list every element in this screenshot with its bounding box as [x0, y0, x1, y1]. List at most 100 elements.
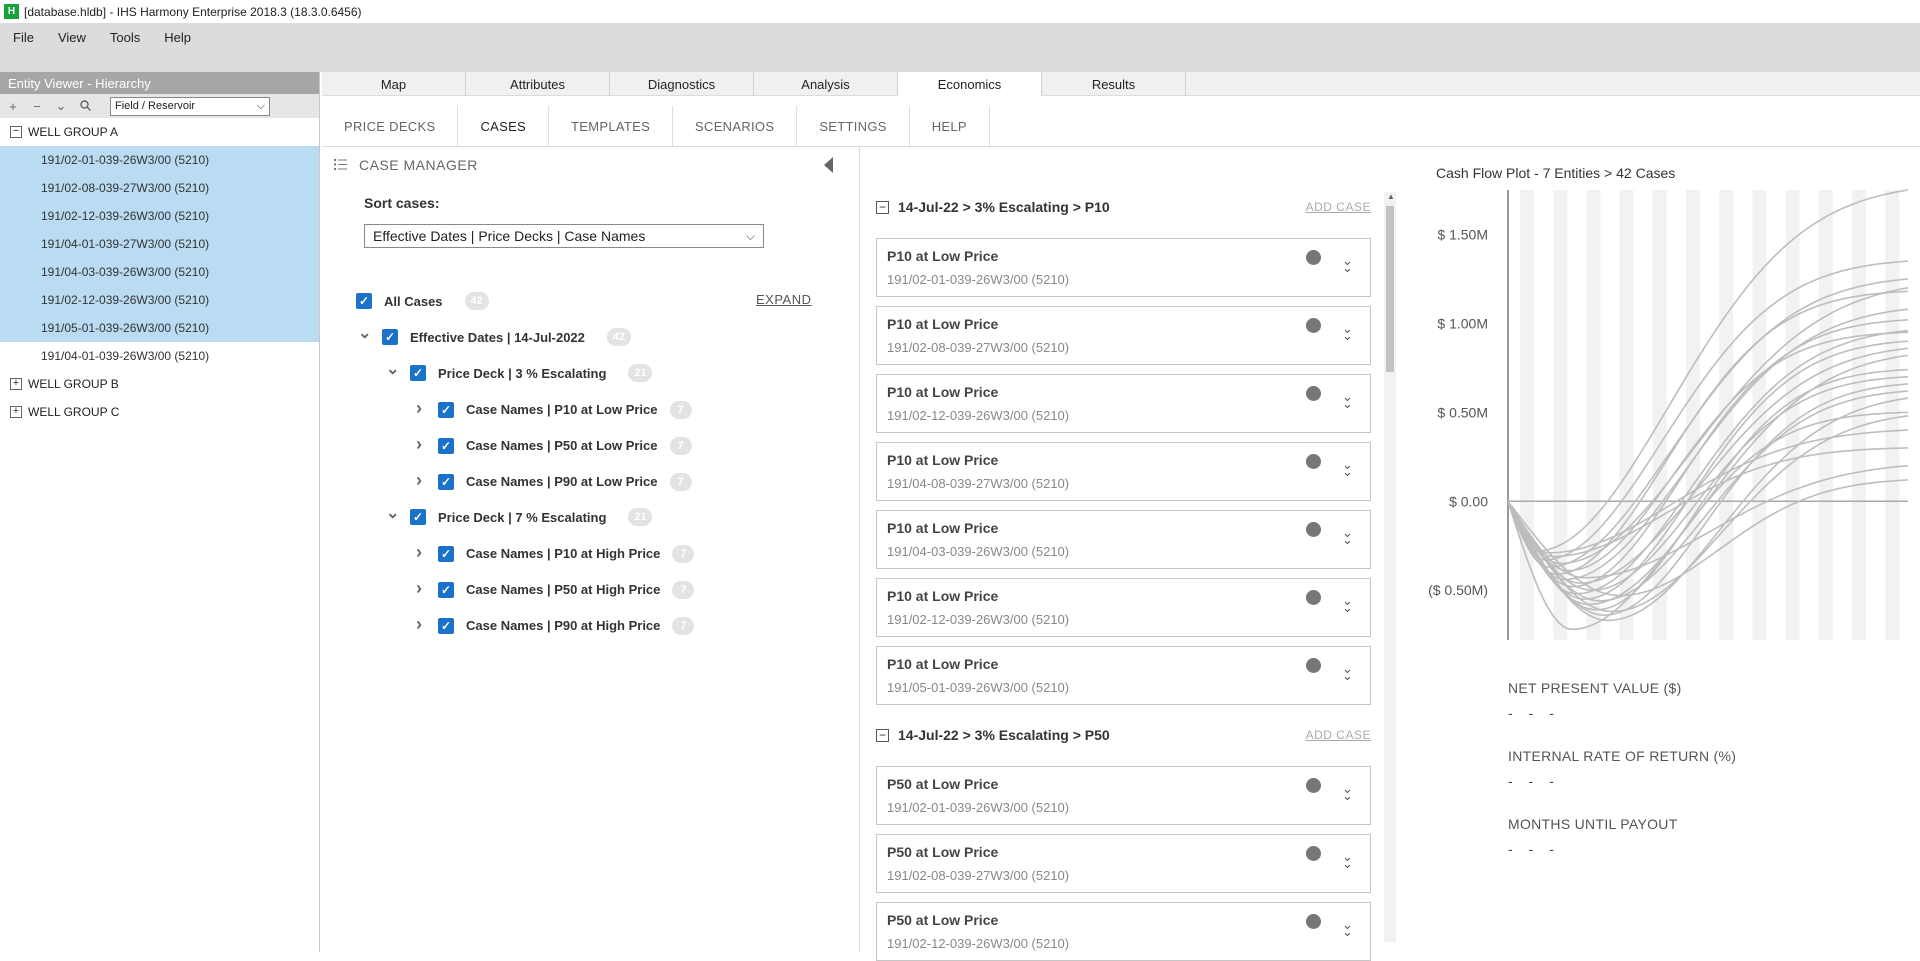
- menu-file[interactable]: File: [0, 28, 46, 47]
- case-names-row[interactable]: › ✓ Case Names | P90 at Low Price 7: [414, 470, 692, 491]
- checkbox[interactable]: ✓: [438, 617, 454, 634]
- checkbox[interactable]: ✓: [438, 581, 454, 598]
- expand-double-chevron-icon[interactable]: ⌄ ⌄: [1342, 662, 1353, 682]
- chevron-down-icon[interactable]: ⌄: [358, 323, 371, 343]
- expand-double-chevron-icon[interactable]: ⌄ ⌄: [1342, 254, 1353, 274]
- hierarchy-filter-select[interactable]: Field / Reservoir ⌵: [110, 96, 270, 116]
- chevron-right-icon[interactable]: ›: [414, 542, 424, 563]
- tab-map[interactable]: Map: [322, 72, 466, 96]
- expand-icon[interactable]: +: [10, 378, 22, 390]
- subtab-help[interactable]: HELP: [910, 106, 990, 146]
- expand-double-chevron-icon[interactable]: ⌄ ⌄: [1342, 850, 1353, 870]
- subtab-templates[interactable]: TEMPLATES: [549, 106, 674, 146]
- tree-item[interactable]: 191/05-01-039-26W3/00 (5210): [0, 314, 319, 342]
- case-card[interactable]: P50 at Low Price 191/02-08-039-27W3/00 (5…: [876, 834, 1371, 893]
- tab-analysis[interactable]: Analysis: [754, 72, 898, 96]
- case-card[interactable]: P10 at Low Price 191/02-08-039-27W3/00 (5…: [876, 306, 1371, 365]
- tree-item[interactable]: 191/02-12-039-26W3/00 (5210): [0, 202, 319, 230]
- menu-help[interactable]: Help: [152, 28, 203, 47]
- case-card[interactable]: P10 at Low Price 191/02-12-039-26W3/00 (5…: [876, 578, 1371, 637]
- checkbox[interactable]: ✓: [438, 545, 454, 562]
- menu-view[interactable]: View: [46, 28, 98, 47]
- chevron-right-icon[interactable]: ›: [414, 470, 424, 491]
- tab-results[interactable]: Results: [1042, 72, 1186, 96]
- status-dot-icon[interactable]: [1306, 386, 1321, 401]
- expand-link[interactable]: EXPAND: [756, 292, 812, 307]
- tab-attributes[interactable]: Attributes: [466, 72, 610, 96]
- case-names-row[interactable]: › ✓ Case Names | P10 at Low Price 7: [414, 398, 692, 419]
- case-card[interactable]: P10 at Low Price 191/02-12-039-26W3/00 (5…: [876, 374, 1371, 433]
- price-deck-row[interactable]: ⌄ ✓ Price Deck | 3 % Escalating 21: [386, 361, 653, 382]
- status-dot-icon[interactable]: [1306, 454, 1321, 469]
- effective-dates-row[interactable]: ⌄ ✓ Effective Dates | 14-Jul-2022 42: [358, 325, 631, 346]
- status-dot-icon[interactable]: [1306, 846, 1321, 861]
- collapse-icon[interactable]: −: [10, 126, 22, 138]
- scroll-thumb[interactable]: [1386, 206, 1394, 372]
- checkbox[interactable]: ✓: [410, 365, 426, 381]
- add-case-link[interactable]: ADD CASE: [1306, 200, 1371, 214]
- tree-group[interactable]: + WELL GROUP B: [0, 370, 319, 398]
- tree-group[interactable]: + WELL GROUP C: [0, 398, 319, 426]
- case-names-row[interactable]: › ✓ Case Names | P10 at High Price 7: [414, 542, 695, 563]
- checkbox[interactable]: ✓: [438, 401, 454, 418]
- expand-double-chevron-icon[interactable]: ⌄ ⌄: [1342, 322, 1353, 342]
- status-dot-icon[interactable]: [1306, 590, 1321, 605]
- status-dot-icon[interactable]: [1306, 318, 1321, 333]
- checkbox[interactable]: ✓: [410, 509, 426, 525]
- status-dot-icon[interactable]: [1306, 250, 1321, 265]
- collapse-all-icon[interactable]: ⌄: [54, 98, 68, 114]
- collapse-icon[interactable]: −: [876, 200, 889, 214]
- tree-item[interactable]: 191/04-01-039-27W3/00 (5210): [0, 230, 319, 258]
- chevron-right-icon[interactable]: ›: [414, 434, 424, 455]
- case-card[interactable]: P10 at Low Price 191/05-01-039-26W3/00 (5…: [876, 646, 1371, 705]
- case-list-scrollbar[interactable]: ▲: [1384, 192, 1396, 942]
- case-names-row[interactable]: › ✓ Case Names | P90 at High Price 7: [414, 614, 695, 635]
- price-deck-row[interactable]: ⌄ ✓ Price Deck | 7 % Escalating 21: [386, 505, 653, 526]
- tree-item[interactable]: 191/02-08-039-27W3/00 (5210): [0, 174, 319, 202]
- checkbox[interactable]: ✓: [356, 293, 372, 309]
- tree-item[interactable]: 191/04-01-039-26W3/00 (5210): [0, 342, 319, 370]
- case-group-header[interactable]: −14-Jul-22 > 3% Escalating > P50 ADD CASE: [876, 722, 1371, 748]
- tree-item[interactable]: 191/04-03-039-26W3/00 (5210): [0, 258, 319, 286]
- subtab-scenarios[interactable]: SCENARIOS: [673, 106, 798, 146]
- menu-tools[interactable]: Tools: [98, 28, 152, 47]
- chevron-down-icon[interactable]: ⌄: [386, 359, 399, 379]
- case-card[interactable]: P50 at Low Price 191/02-01-039-26W3/00 (5…: [876, 766, 1371, 825]
- case-names-row[interactable]: › ✓ Case Names | P50 at High Price 7: [414, 578, 695, 599]
- status-dot-icon[interactable]: [1306, 658, 1321, 673]
- subtab-cases[interactable]: CASES: [458, 106, 550, 146]
- expand-double-chevron-icon[interactable]: ⌄ ⌄: [1342, 526, 1353, 546]
- search-icon[interactable]: [78, 99, 92, 114]
- chevron-right-icon[interactable]: ›: [414, 614, 424, 635]
- add-icon[interactable]: +: [6, 99, 20, 114]
- case-card[interactable]: P10 at Low Price 191/02-01-039-26W3/00 (5…: [876, 238, 1371, 297]
- status-dot-icon[interactable]: [1306, 914, 1321, 929]
- checkbox[interactable]: ✓: [438, 473, 454, 490]
- status-dot-icon[interactable]: [1306, 778, 1321, 793]
- expand-double-chevron-icon[interactable]: ⌄ ⌄: [1342, 594, 1353, 614]
- tree-item[interactable]: 191/02-12-039-26W3/00 (5210): [0, 286, 319, 314]
- tab-economics[interactable]: Economics: [898, 72, 1042, 96]
- expand-double-chevron-icon[interactable]: ⌄ ⌄: [1342, 458, 1353, 478]
- chevron-down-icon[interactable]: ⌄: [386, 503, 399, 523]
- remove-icon[interactable]: −: [30, 99, 44, 114]
- expand-double-chevron-icon[interactable]: ⌄ ⌄: [1342, 782, 1353, 802]
- expand-icon[interactable]: +: [10, 406, 22, 418]
- sort-cases-select[interactable]: Effective Dates | Price Decks | Case Nam…: [364, 224, 764, 248]
- add-case-link[interactable]: ADD CASE: [1306, 728, 1371, 742]
- case-card[interactable]: P50 at Low Price 191/02-12-039-26W3/00 (5…: [876, 902, 1371, 961]
- tab-diagnostics[interactable]: Diagnostics: [610, 72, 754, 96]
- expand-double-chevron-icon[interactable]: ⌄ ⌄: [1342, 918, 1353, 938]
- all-cases-row[interactable]: ✓ All Cases 42: [356, 292, 489, 310]
- checkbox[interactable]: ✓: [438, 437, 454, 454]
- checkbox[interactable]: ✓: [382, 329, 398, 345]
- expand-double-chevron-icon[interactable]: ⌄ ⌄: [1342, 390, 1353, 410]
- collapse-icon[interactable]: −: [876, 728, 889, 742]
- collapse-panel-icon[interactable]: [824, 157, 833, 173]
- case-names-row[interactable]: › ✓ Case Names | P50 at Low Price 7: [414, 434, 692, 455]
- subtab-settings[interactable]: SETTINGS: [797, 106, 910, 146]
- subtab-price-decks[interactable]: PRICE DECKS: [322, 106, 459, 146]
- status-dot-icon[interactable]: [1306, 522, 1321, 537]
- case-card[interactable]: P10 at Low Price 191/04-03-039-26W3/00 (5…: [876, 510, 1371, 569]
- chevron-right-icon[interactable]: ›: [414, 398, 424, 419]
